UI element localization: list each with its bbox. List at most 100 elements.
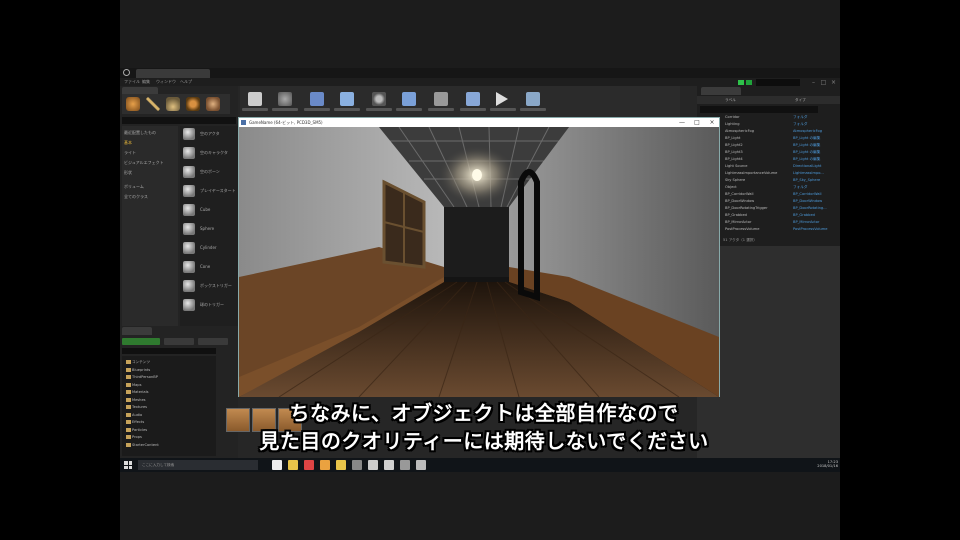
place-mode-icon[interactable] — [126, 97, 140, 111]
outliner-row[interactable]: BP_Light4 BP_Light の編集 — [721, 157, 837, 163]
source-control-button[interactable] — [272, 90, 298, 116]
place-item[interactable]: Cube — [182, 202, 236, 220]
place-item[interactable]: プレイヤースタート — [182, 183, 236, 201]
folder-item[interactable]: Blueprints — [126, 367, 202, 372]
app-taskbar-icon[interactable] — [384, 460, 394, 470]
category-volumes[interactable]: ボリューム — [124, 184, 144, 190]
pillarbox-right — [840, 0, 960, 540]
minimize-icon[interactable]: — — [675, 118, 689, 127]
editor-minimize-icon[interactable]: – — [810, 79, 817, 86]
editor-maximize-icon[interactable]: □ — [820, 79, 827, 86]
outliner-row[interactable]: Lighting フォルダ — [721, 122, 837, 128]
outliner-row[interactable]: Corridor フォルダ — [721, 115, 837, 121]
outliner-search-input[interactable] — [700, 106, 818, 113]
outliner-row[interactable]: LightmassImportanceVolume LightmassImpo..… — [721, 171, 837, 177]
geometry-mode-icon[interactable] — [206, 97, 220, 111]
editor-titlebar — [120, 68, 840, 78]
place-item[interactable]: 空のポーン — [182, 164, 236, 182]
outliner-row[interactable]: BP_DoorRotatingTrigger BP_DoorRotating... — [721, 206, 837, 212]
save-all-button[interactable] — [198, 338, 228, 345]
level-tab[interactable] — [136, 69, 210, 78]
category-recent[interactable]: 最近配置したもの — [124, 130, 156, 136]
foliage-mode-icon[interactable] — [186, 97, 200, 111]
app-taskbar-icon[interactable] — [416, 460, 426, 470]
save-button[interactable] — [242, 90, 268, 116]
category-geometry[interactable]: 形状 — [124, 170, 132, 176]
corridor-end — [444, 207, 509, 277]
app-taskbar-icon[interactable] — [400, 460, 410, 470]
cinematics-button[interactable] — [428, 90, 454, 116]
close-icon[interactable]: × — [705, 118, 719, 127]
windows-start-icon[interactable] — [124, 461, 132, 469]
outliner-row[interactable]: BP_Light BP_Light の編集 — [721, 136, 837, 142]
place-item[interactable]: 空のアクタ — [182, 126, 236, 144]
place-item[interactable]: Cylinder — [182, 240, 236, 258]
outliner-row[interactable]: Light Source DirectionalLight — [721, 164, 837, 170]
place-item[interactable]: 球のトリガー — [182, 297, 236, 315]
outliner-column-type[interactable]: タイプ — [795, 98, 806, 103]
category-all-classes[interactable]: 全てのクラス — [124, 194, 148, 200]
folder-icon[interactable] — [336, 460, 346, 470]
folder-search-input[interactable] — [122, 348, 216, 354]
category-visual-effects[interactable]: ビジュアルエフェクト — [124, 160, 164, 166]
content-button[interactable] — [304, 90, 330, 116]
outliner-row-label: BP_Light — [725, 136, 741, 140]
blueprint-icon — [402, 92, 416, 106]
outliner-row-type: BP_Grabbed — [793, 213, 815, 217]
outliner-column-label[interactable]: ラベル — [725, 98, 736, 103]
add-new-button[interactable] — [122, 338, 160, 345]
menu-file[interactable]: ファイル — [124, 79, 140, 85]
firefox-icon[interactable] — [320, 460, 330, 470]
launch-button[interactable] — [520, 90, 546, 116]
folder-item[interactable]: コンテンツ — [126, 360, 202, 364]
folder-item[interactable]: ThirdPersonBP — [126, 375, 202, 379]
corridor-scene[interactable] — [239, 127, 719, 397]
save-icon — [248, 92, 262, 106]
unreal-taskbar-icon[interactable] — [352, 460, 362, 470]
launch-icon — [526, 92, 540, 106]
outliner-tab[interactable] — [701, 87, 741, 95]
folder-item[interactable]: Maps — [126, 382, 202, 387]
gear-icon — [372, 92, 386, 106]
editor-close-icon[interactable]: × — [830, 79, 837, 86]
outliner-row[interactable]: AtmosphericFog AtmosphericFog — [721, 129, 837, 135]
place-item[interactable]: 空のキャラクタ — [182, 145, 236, 163]
outliner-row[interactable]: BP_Light2 BP_Light の編集 — [721, 143, 837, 149]
outliner-row[interactable]: BP_Light3 BP_Light の編集 — [721, 150, 837, 156]
outliner-row[interactable]: BP_MirrorActor BP_MirrorActor — [721, 220, 837, 226]
outliner-row[interactable]: BP_DoorWindow BP_DoorWindow — [721, 199, 837, 205]
place-item[interactable]: Sphere — [182, 221, 236, 239]
taskbar-clock[interactable]: 17:23 2018/01/16 — [812, 460, 838, 468]
place-item[interactable]: ボックストリガー — [182, 278, 236, 296]
settings-button[interactable] — [366, 90, 392, 116]
class-search-input[interactable] — [122, 117, 236, 124]
outliner-row[interactable]: PostProcessVolume PostProcessVolume — [721, 227, 837, 233]
paint-mode-icon[interactable] — [146, 97, 160, 111]
outliner-row[interactable]: Sky Sphere BP_Sky_Sphere — [721, 178, 837, 184]
folder-item[interactable]: Materials — [126, 390, 202, 394]
content-browser-tab[interactable] — [122, 327, 152, 335]
cube-thumbnail-icon — [183, 204, 195, 216]
menu-edit[interactable]: 編集 — [142, 79, 150, 85]
menu-window[interactable]: ウィンドウ — [156, 79, 176, 85]
play-button[interactable] — [490, 90, 516, 116]
task-view-icon[interactable] — [272, 460, 282, 470]
menu-help[interactable]: ヘルプ — [180, 79, 192, 85]
outliner-row[interactable]: BP_CorridorWall BP_CorridorWall — [721, 192, 837, 198]
category-lights[interactable]: ライト — [124, 150, 136, 156]
blueprints-button[interactable] — [396, 90, 422, 116]
browser-icon[interactable] — [304, 460, 314, 470]
maximize-icon[interactable]: □ — [690, 118, 704, 127]
build-button[interactable] — [460, 90, 486, 116]
explorer-icon[interactable] — [288, 460, 298, 470]
import-button[interactable] — [164, 338, 194, 345]
outliner-row[interactable]: Object フォルダ — [721, 185, 837, 191]
landscape-mode-icon[interactable] — [166, 97, 180, 111]
place-category-list: 最近配置したもの 基本 ライト ビジュアルエフェクト 形状 ボリューム 全てのク… — [122, 126, 178, 326]
place-item[interactable]: Cone — [182, 259, 236, 277]
app-taskbar-icon[interactable] — [368, 460, 378, 470]
taskbar-search-input[interactable]: ここに入力して検索 — [138, 460, 258, 470]
outliner-row[interactable]: BP_Grabbed BP_Grabbed — [721, 213, 837, 219]
category-basic[interactable]: 基本 — [124, 140, 132, 146]
marketplace-button[interactable] — [334, 90, 360, 116]
